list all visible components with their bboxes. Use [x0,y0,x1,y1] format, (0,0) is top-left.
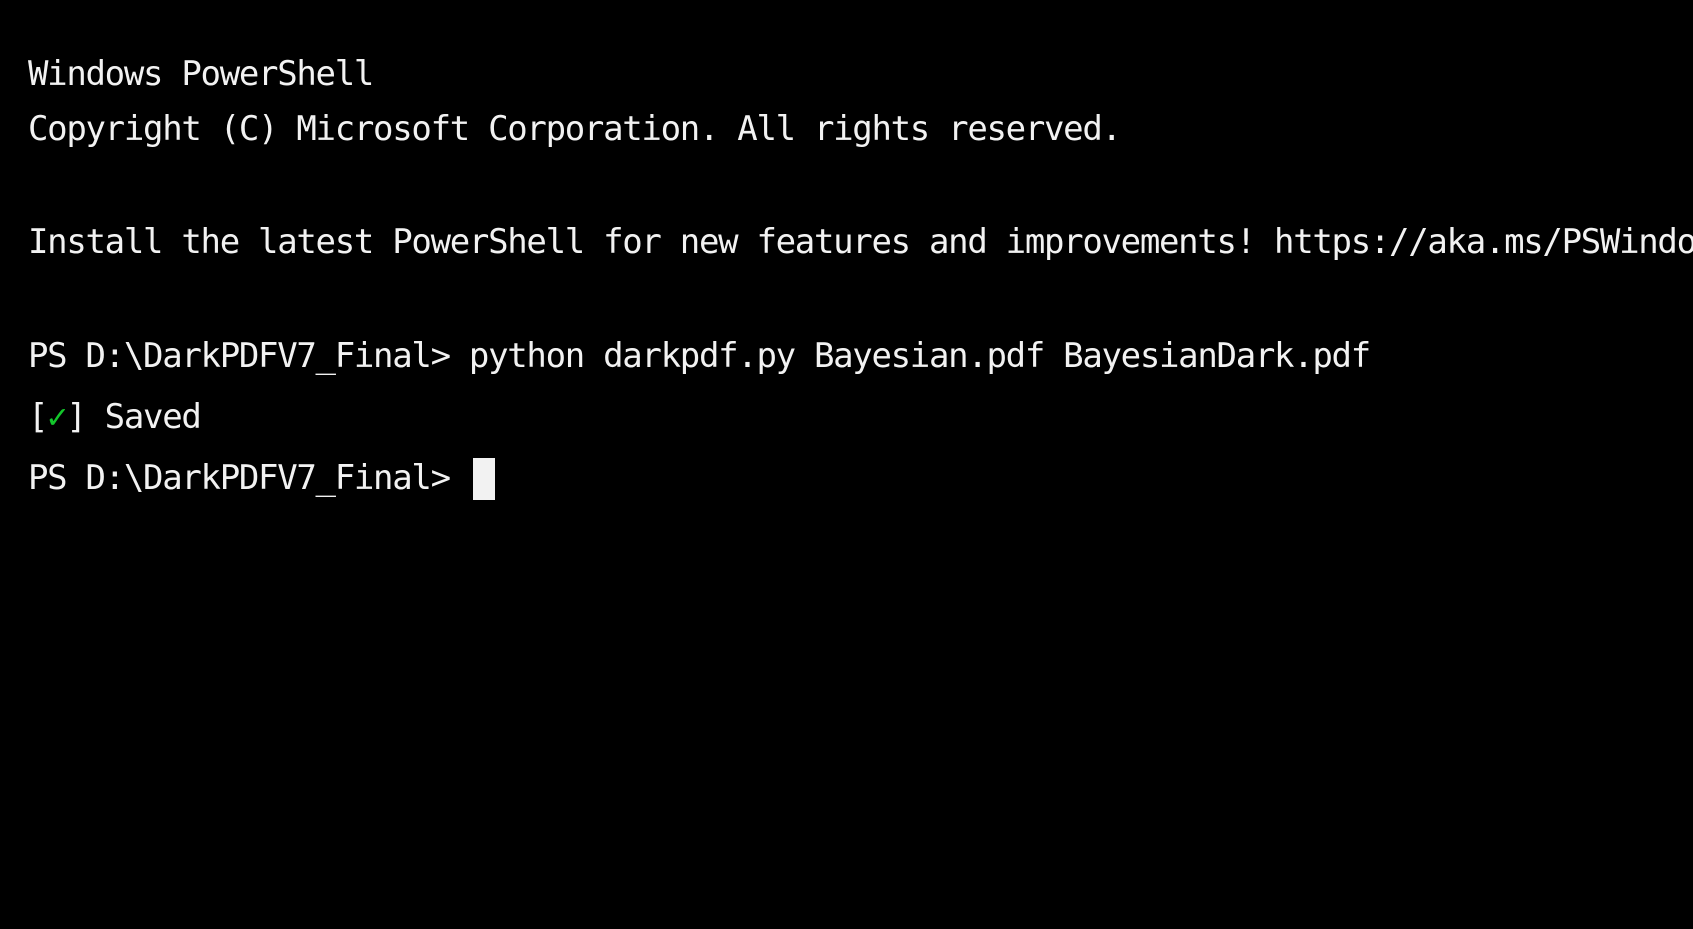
result-line: [✓] Saved [28,397,202,437]
close-bracket: ] [66,397,86,437]
prompt: PS D:\DarkPDFV7_Final> [28,458,469,498]
prompt: PS D:\DarkPDFV7_Final> [28,336,469,376]
copyright-line: Copyright (C) Microsoft Corporation. All… [28,109,1122,149]
result-message: Saved [85,397,202,437]
command-text: python darkpdf.py Bayesian.pdf BayesianD… [468,336,1371,376]
text-cursor [472,458,495,500]
open-bracket: [ [28,397,48,437]
command-line: PS D:\DarkPDFV7_Final> python darkpdf.py… [28,336,1371,376]
install-notice: Install the latest PowerShell for new fe… [28,222,1693,262]
check-icon: ✓ [47,397,67,437]
active-prompt-line[interactable]: PS D:\DarkPDFV7_Final> [28,458,495,500]
terminal-window[interactable]: Windows PowerShell Copyright (C) Microso… [0,0,1693,929]
header-title: Windows PowerShell [28,54,374,94]
